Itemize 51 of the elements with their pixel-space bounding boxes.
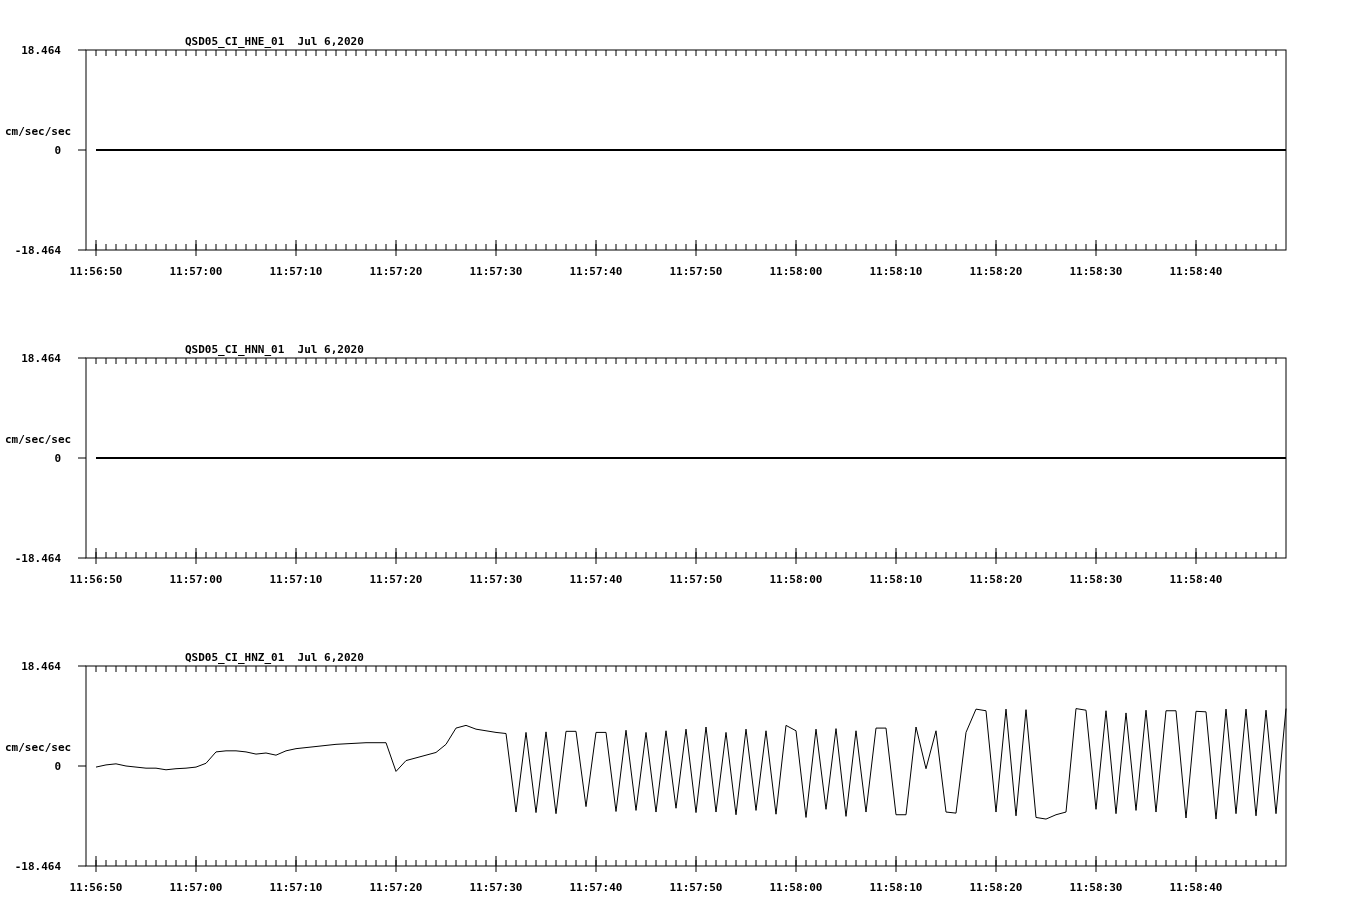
tick-label: 11:57:10 [269, 573, 323, 586]
tick-label: 11:57:00 [169, 265, 223, 278]
chart-title: QSD05_CI_HNZ_01 Jul 6,2020 [185, 651, 364, 664]
tick-label: 11:58:20 [969, 265, 1023, 278]
tick-label: 11:56:50 [69, 265, 123, 278]
tick-label: 11:57:20 [369, 881, 423, 894]
tick-label: 11:57:40 [569, 265, 623, 278]
tick-label: 11:57:30 [469, 881, 523, 894]
tick-label: 11:58:10 [869, 881, 923, 894]
tick-label: 11:57:10 [269, 265, 323, 278]
tick-label: 11:58:00 [769, 265, 823, 278]
tick-label: 11:57:50 [669, 573, 723, 586]
tick-label: 11:58:10 [869, 573, 923, 586]
tick-label: 11:58:20 [969, 573, 1023, 586]
tick-label: 11:58:30 [1069, 265, 1123, 278]
tick-label: 0 [54, 144, 61, 157]
tick-label: 11:57:00 [169, 881, 223, 894]
tick-label: 11:58:40 [1169, 573, 1223, 586]
tick-label: -18.464 [14, 860, 61, 873]
tick-label: 11:58:30 [1069, 881, 1123, 894]
tick-label: 0 [54, 760, 61, 773]
tick-label: 11:58:10 [869, 265, 923, 278]
tick-label: -18.464 [14, 244, 61, 257]
tick-label: 11:57:40 [569, 573, 623, 586]
tick-label: 11:58:40 [1169, 265, 1223, 278]
tick-label: 18.464 [21, 44, 61, 57]
tick-label: 11:56:50 [69, 881, 123, 894]
chart-title: QSD05_CI_HNE_01 Jul 6,2020 [185, 35, 364, 48]
tick-label: 11:56:50 [69, 573, 123, 586]
tick-label: 11:58:20 [969, 881, 1023, 894]
tick-label: 11:57:20 [369, 265, 423, 278]
chart-title: QSD05_CI_HNN_01 Jul 6,2020 [185, 343, 364, 356]
tick-label: 0 [54, 452, 61, 465]
tick-label: 11:57:50 [669, 265, 723, 278]
axis-title: cm/sec/sec [5, 741, 72, 754]
tick-label: 11:57:30 [469, 573, 523, 586]
tick-label: 11:57:40 [569, 881, 623, 894]
tick-label: 18.464 [21, 660, 61, 673]
axis-title: cm/sec/sec [5, 125, 72, 138]
tick-label: 11:57:30 [469, 265, 523, 278]
tick-label: 11:57:10 [269, 881, 323, 894]
tick-label: 11:57:00 [169, 573, 223, 586]
tick-label: 11:58:00 [769, 573, 823, 586]
tick-label: 11:57:50 [669, 881, 723, 894]
tick-label: -18.464 [14, 552, 61, 565]
tick-label: 11:58:30 [1069, 573, 1123, 586]
tick-label: 18.464 [21, 352, 61, 365]
tick-label: 11:58:00 [769, 881, 823, 894]
axis-title: cm/sec/sec [5, 433, 72, 446]
tick-label: 11:57:20 [369, 573, 423, 586]
tick-label: 11:58:40 [1169, 881, 1223, 894]
